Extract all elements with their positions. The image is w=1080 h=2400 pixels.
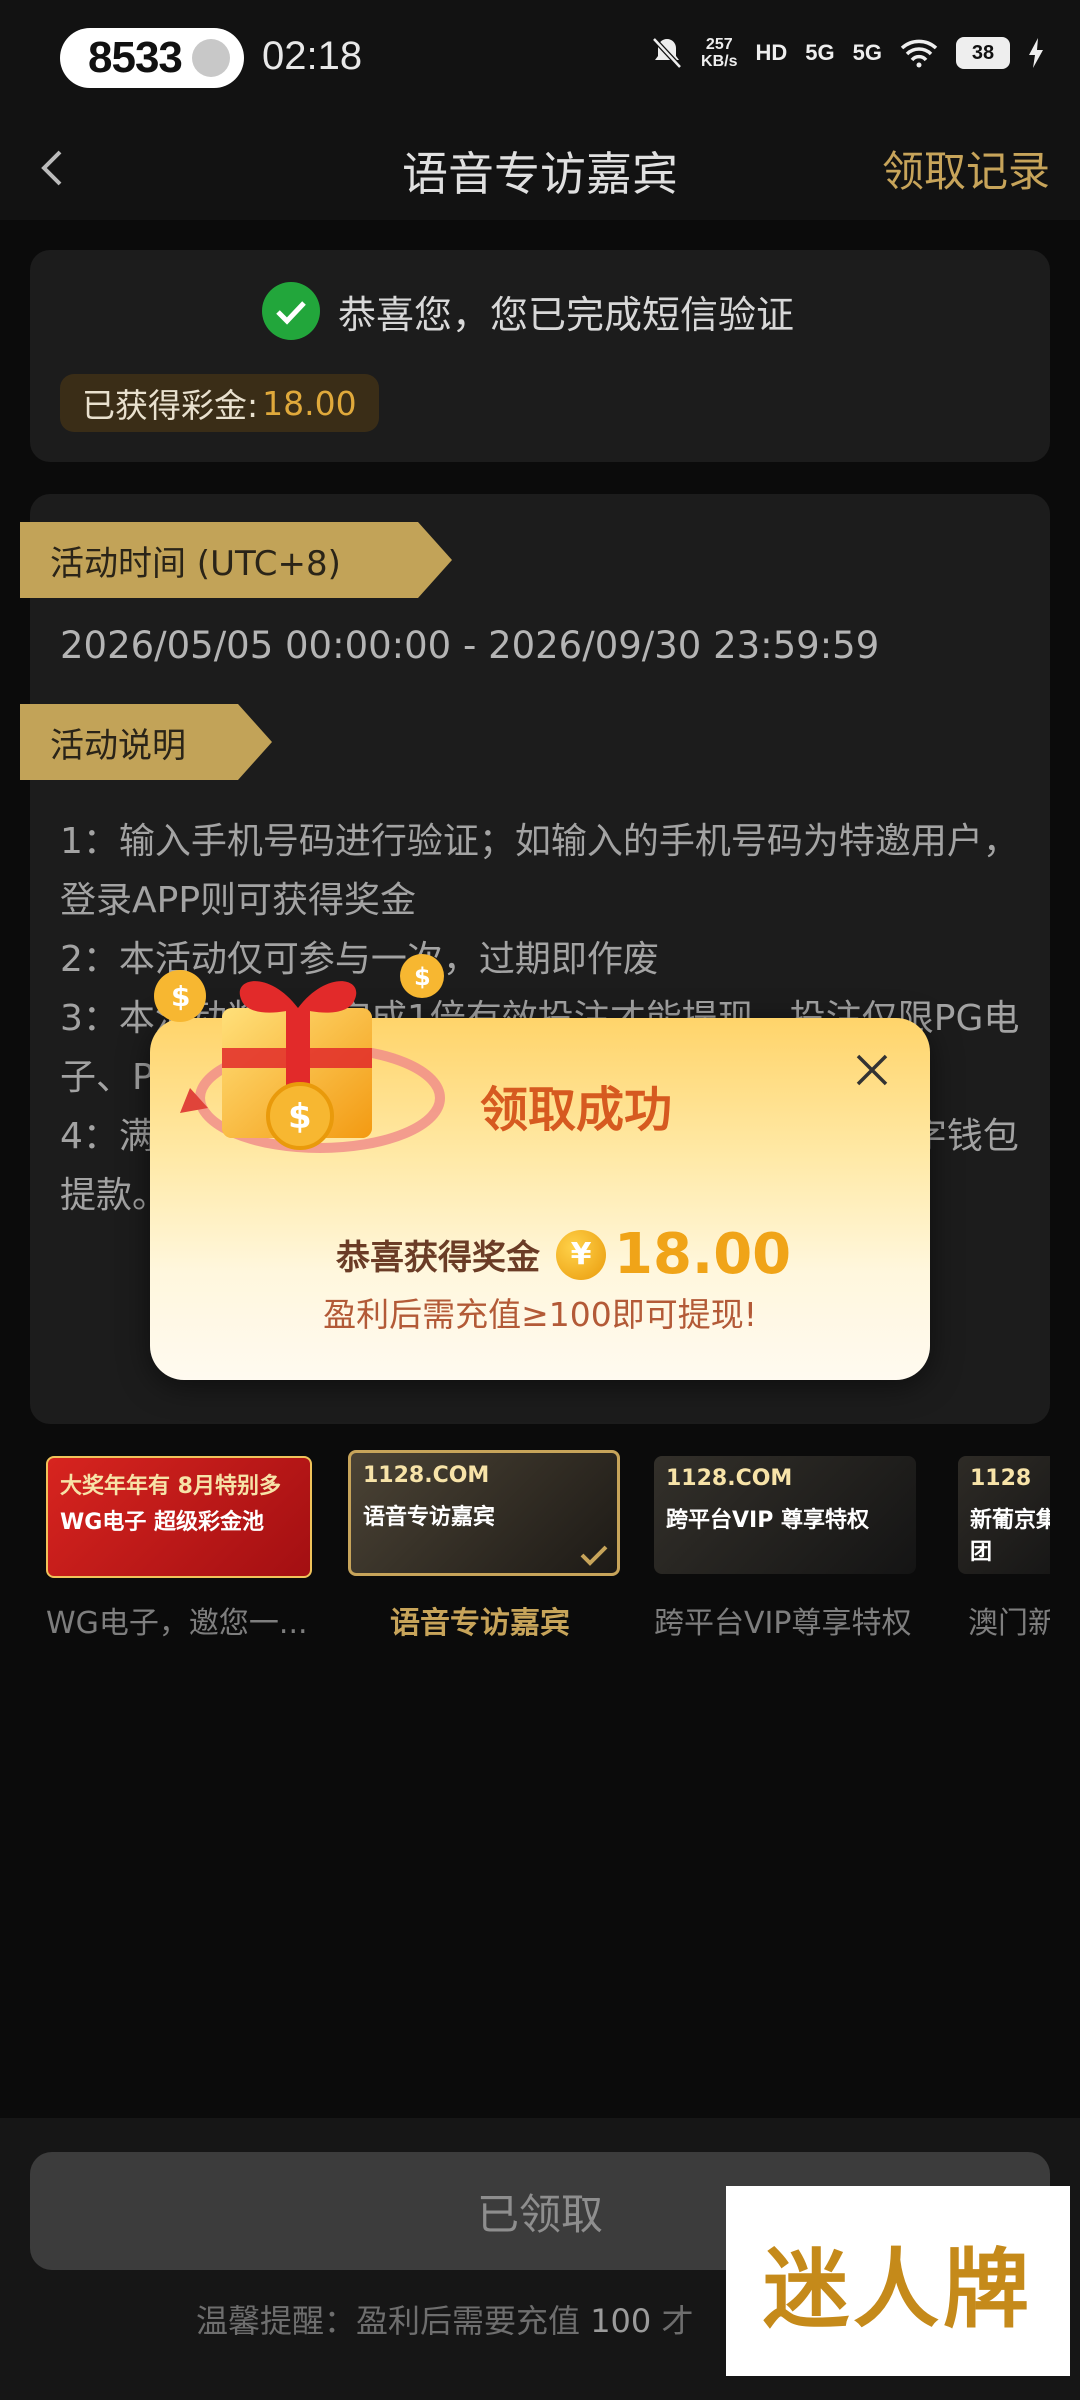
dialog-title: 领取成功	[480, 1082, 673, 1138]
prize-line: 恭喜获得奖金 ¥ 18.00	[336, 1222, 791, 1287]
svg-text:$: $	[414, 963, 431, 991]
dialog-hint: 盈利后需充值≥100即可提现!	[323, 1295, 757, 1334]
gift-box-icon: $ $ $	[154, 954, 445, 1153]
close-icon[interactable]	[844, 1042, 900, 1098]
svg-text:$: $	[171, 980, 190, 1013]
svg-text:$: $	[288, 1097, 312, 1137]
prize-amount: 18.00	[614, 1222, 792, 1287]
prize-label: 恭喜获得奖金	[336, 1238, 540, 1278]
yuan-coin-icon: ¥	[556, 1229, 606, 1280]
